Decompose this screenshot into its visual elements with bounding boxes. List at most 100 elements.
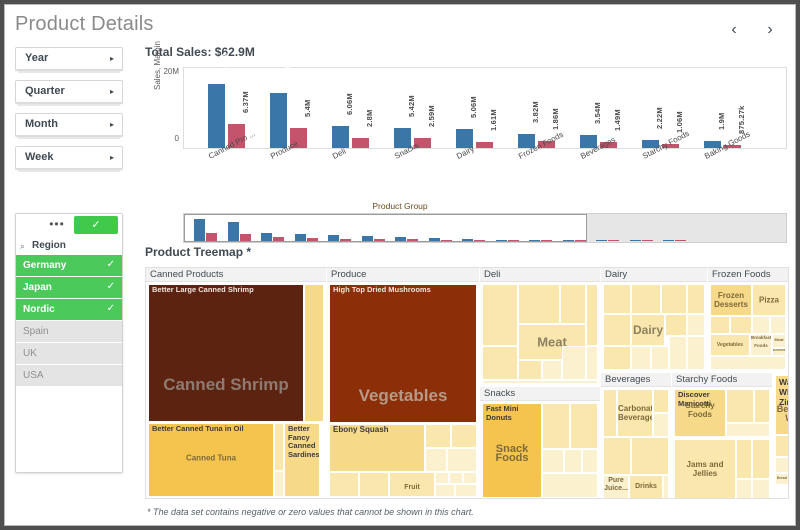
- more-options-icon[interactable]: •••: [44, 218, 70, 233]
- bar-margin[interactable]: [352, 138, 369, 148]
- treemap-tile[interactable]: [482, 346, 518, 380]
- treemap-group-snacks[interactable]: Snacks Fast Mini Donuts Snack Foods: [480, 387, 600, 498]
- treemap-group-starchy-foods[interactable]: Starchy Foods Discover Manicotti Starchy…: [672, 373, 772, 498]
- treemap-tile[interactable]: High Top Dried Mushrooms Vegetables: [329, 284, 477, 423]
- treemap-tile[interactable]: [425, 424, 451, 448]
- treemap-tile[interactable]: Bread: [775, 473, 788, 485]
- treemap-tile[interactable]: Frozen Desserts: [710, 284, 752, 316]
- treemap-tile[interactable]: [651, 346, 669, 370]
- treemap-tile[interactable]: [451, 424, 477, 448]
- bar-sales[interactable]: [332, 126, 349, 148]
- treemap-tile[interactable]: [752, 439, 770, 479]
- treemap-tile[interactable]: [482, 380, 598, 384]
- region-item-spain[interactable]: Spain: [16, 321, 122, 343]
- treemap-tile[interactable]: [653, 389, 669, 413]
- region-item-uk[interactable]: UK: [16, 343, 122, 365]
- treemap-tile[interactable]: [455, 484, 477, 497]
- chevron-left-icon[interactable]: ‹: [723, 19, 745, 41]
- treemap-tile[interactable]: Better Fancy Canned Sardines: [284, 423, 320, 497]
- treemap-tile[interactable]: Frozen Entrees: [772, 348, 786, 356]
- treemap-tile[interactable]: [775, 435, 788, 457]
- treemap-tile[interactable]: [564, 449, 582, 473]
- treemap-tile[interactable]: [687, 336, 705, 370]
- treemap-tile[interactable]: [770, 316, 786, 334]
- treemap-tile[interactable]: [754, 389, 770, 423]
- treemap-tile[interactable]: [542, 449, 564, 473]
- region-item-nordic[interactable]: Nordic ✓: [16, 299, 122, 321]
- treemap-tile[interactable]: [669, 336, 687, 370]
- treemap-tile[interactable]: [726, 389, 754, 423]
- treemap-tile[interactable]: [726, 423, 770, 437]
- treemap-tile[interactable]: Carbonated Beverages: [617, 389, 653, 437]
- chevron-right-icon[interactable]: ›: [759, 19, 781, 41]
- treemap-tile[interactable]: Walrus White Zinfandel Beer and Wine: [775, 375, 788, 435]
- treemap-tile[interactable]: [274, 423, 284, 471]
- treemap-group-canned-products[interactable]: Canned Products Better Large Canned Shri…: [146, 268, 326, 498]
- treemap-tile[interactable]: [435, 472, 449, 484]
- treemap-tile[interactable]: [586, 346, 598, 380]
- treemap-group-dairy[interactable]: Dairy Dairy: [601, 268, 707, 372]
- bar-group[interactable]: 5.42M 2.59M: [394, 67, 436, 148]
- treemap-tile[interactable]: [603, 389, 617, 437]
- treemap-group-produce[interactable]: Produce High Top Dried Mushrooms Vegetab…: [327, 268, 479, 498]
- treemap-tile[interactable]: Better Large Canned Shrimp Canned Shrimp: [148, 284, 304, 422]
- treemap-tile[interactable]: [449, 472, 463, 484]
- treemap-tile[interactable]: [603, 437, 631, 475]
- treemap-tile[interactable]: [560, 284, 586, 324]
- region-item-japan[interactable]: Japan ✓: [16, 277, 122, 299]
- treemap-tile[interactable]: Fast Mini Donuts Snack Foods: [482, 403, 542, 498]
- treemap-tile[interactable]: [710, 356, 786, 370]
- treemap-tile[interactable]: [631, 437, 669, 475]
- treemap-tile[interactable]: [425, 448, 447, 472]
- region-item-usa[interactable]: USA: [16, 365, 122, 387]
- treemap-tile[interactable]: [736, 439, 752, 479]
- treemap-tile[interactable]: [665, 314, 687, 336]
- treemap-tile[interactable]: [542, 360, 562, 380]
- treemap-tile[interactable]: Meat: [772, 334, 786, 348]
- treemap-tile[interactable]: [542, 473, 598, 498]
- treemap-group-beer-and-wine[interactable]: Walrus White Zinfandel Beer and Wine Spe…: [773, 373, 788, 498]
- treemap-tile[interactable]: [447, 448, 477, 472]
- bar-sales[interactable]: [208, 84, 225, 148]
- treemap-tile[interactable]: [274, 471, 284, 497]
- treemap-tile[interactable]: [631, 284, 661, 314]
- treemap-tile[interactable]: [710, 316, 730, 334]
- treemap-tile[interactable]: [482, 284, 518, 346]
- treemap-tile[interactable]: [752, 316, 770, 334]
- region-search-row[interactable]: ⌕ Region: [16, 237, 122, 256]
- treemap-tile[interactable]: [359, 472, 389, 497]
- treemap-tile[interactable]: Jams and Jellies: [674, 439, 736, 498]
- bar-group[interactable]: 6.06M 2.8M: [332, 67, 374, 148]
- treemap-tile[interactable]: [518, 360, 542, 380]
- treemap-tile[interactable]: Breakfast Foods: [750, 334, 772, 356]
- region-item-germany[interactable]: Germany ✓: [16, 255, 122, 277]
- treemap-tile[interactable]: [435, 484, 455, 497]
- filter-button-year[interactable]: Year ▸: [15, 47, 123, 73]
- filter-button-month[interactable]: Month ▸: [15, 113, 123, 139]
- treemap-tile[interactable]: [304, 284, 324, 422]
- treemap-tile[interactable]: [730, 316, 752, 334]
- treemap-group-frozen-foods[interactable]: Frozen Foods Frozen Desserts Pizza Veget…: [708, 268, 788, 372]
- bar-chart-plot[interactable]: 17.34M 6.37M 14.99M 5.4M 6.06M 2.8M 5.42M 2.59M…: [183, 53, 787, 149]
- treemap-tile[interactable]: Pure Juice...: [603, 475, 629, 498]
- treemap-tile[interactable]: [582, 449, 598, 473]
- treemap-group-deli[interactable]: Deli Meat: [480, 268, 600, 386]
- treemap-tile[interactable]: [586, 284, 598, 346]
- treemap-tile[interactable]: [775, 457, 788, 473]
- bar-sales[interactable]: [270, 93, 287, 148]
- filter-button-quarter[interactable]: Quarter ▸: [15, 80, 123, 106]
- treemap-tile[interactable]: [603, 284, 631, 314]
- treemap-tile[interactable]: [463, 472, 477, 484]
- treemap-tile[interactable]: [603, 346, 631, 370]
- bar-chart-scrollbar[interactable]: [183, 213, 787, 243]
- treemap-tile[interactable]: [687, 284, 705, 314]
- confirm-selection-button[interactable]: ✓: [74, 216, 118, 234]
- treemap-tile[interactable]: [631, 346, 651, 370]
- treemap-tile[interactable]: [570, 403, 598, 449]
- treemap-tile[interactable]: [518, 284, 560, 324]
- treemap-tile[interactable]: Discover Manicotti Starchy Foods: [674, 389, 726, 437]
- treemap-group-beverages[interactable]: Beverages Carbonated Beverages Pure Juic…: [601, 373, 671, 498]
- filter-button-week[interactable]: Week ▸: [15, 146, 123, 172]
- treemap-tile[interactable]: Drinks: [629, 475, 663, 498]
- treemap-tile[interactable]: Better Canned Tuna in Oil Canned Tuna: [148, 423, 274, 497]
